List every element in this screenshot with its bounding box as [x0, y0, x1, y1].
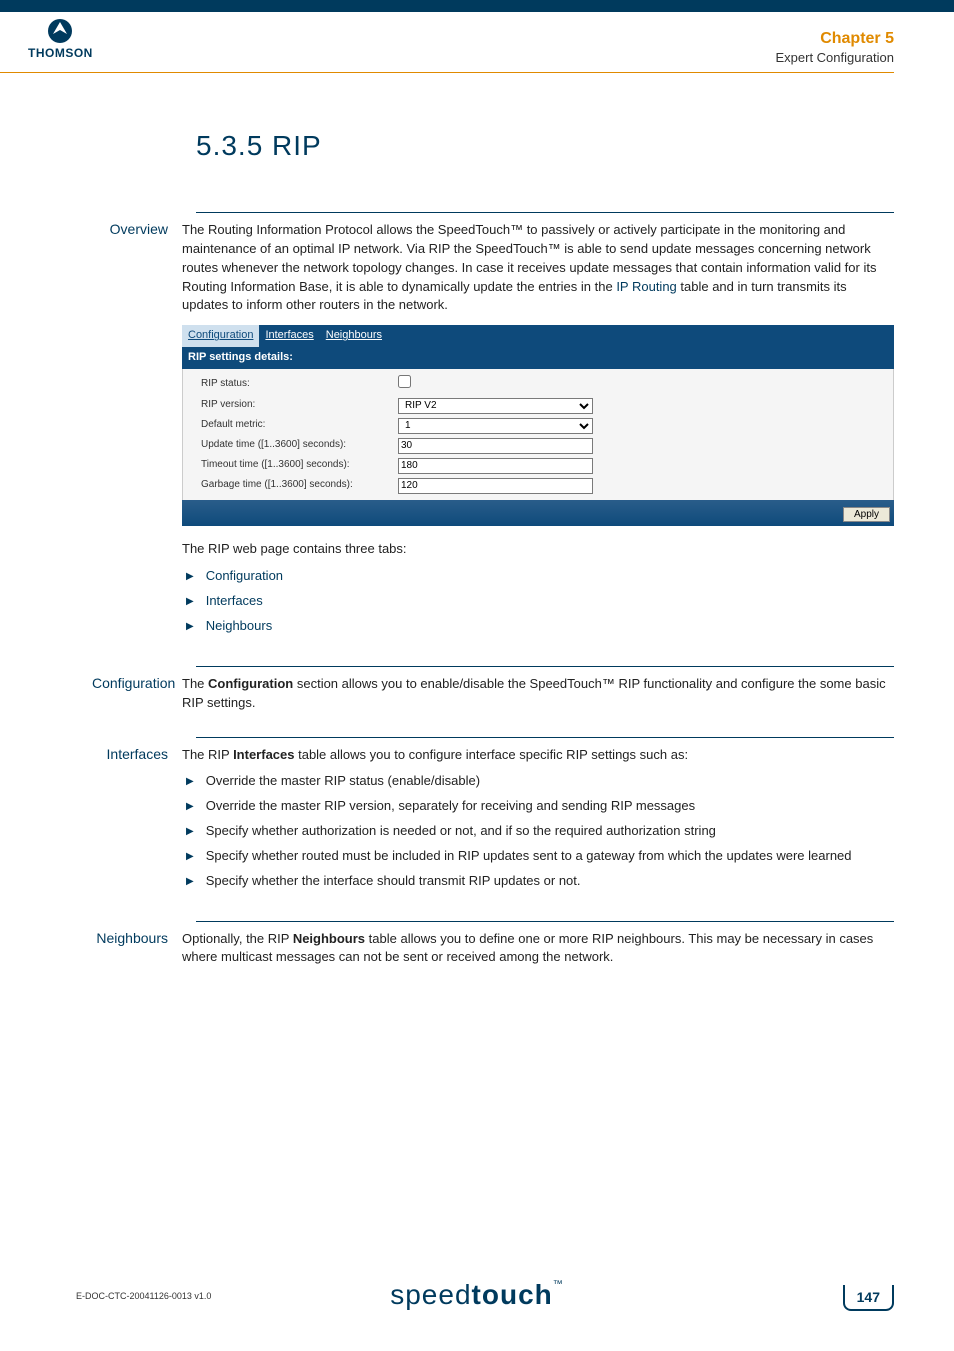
arrow-icon: ▶	[186, 620, 194, 635]
list-item: Configuration	[206, 567, 283, 586]
tabs-list: ▶ Configuration ▶ Interfaces ▶ Neighbours	[186, 567, 894, 636]
form-area: RIP status: RIP version:RIP V2 Default m…	[182, 369, 894, 500]
overview-text: The Routing Information Protocol allows …	[182, 221, 894, 315]
list-item: Specify whether authorization is needed …	[206, 822, 716, 841]
panel-tabs: ConfigurationInterfacesNeighbours	[182, 325, 894, 347]
rip-settings-panel: ConfigurationInterfacesNeighbours RIP se…	[182, 325, 894, 526]
thomson-icon	[47, 18, 73, 44]
default-metric-label: Default metric:	[183, 418, 398, 433]
timeout-time-label: Timeout time ([1..3600] seconds):	[183, 458, 398, 473]
update-time-input[interactable]	[398, 438, 593, 454]
interfaces-list: ▶ Override the master RIP status (enable/…	[186, 772, 894, 890]
timeout-time-input[interactable]	[398, 458, 593, 474]
neighbours-label: Neighbours	[92, 930, 182, 968]
arrow-icon: ▶	[186, 775, 194, 790]
apply-bar: Apply	[182, 500, 894, 527]
garbage-time-input[interactable]	[398, 478, 593, 494]
default-metric-select[interactable]: 1	[398, 418, 593, 434]
list-item: Specify whether routed must be included …	[206, 847, 852, 866]
page-footer: E-DOC-CTC-20041126-0013 v1.0 speedtouch™…	[0, 1279, 954, 1311]
list-item: Interfaces	[206, 592, 263, 611]
chapter-heading: Chapter 5 Expert Configuration	[775, 30, 894, 65]
configuration-label: Configuration	[92, 675, 182, 713]
arrow-icon: ▶	[186, 825, 194, 840]
rip-version-label: RIP version:	[183, 398, 398, 413]
garbage-time-label: Garbage time ([1..3600] seconds):	[183, 478, 398, 493]
update-time-label: Update time ([1..3600] seconds):	[183, 438, 398, 453]
overview-section: Overview The Routing Information Protoco…	[196, 212, 894, 642]
list-item: Specify whether the interface should tra…	[206, 872, 581, 891]
configuration-section: Configuration The Configuration section …	[196, 666, 894, 713]
page-number: 147	[843, 1285, 894, 1311]
interfaces-section: Interfaces The RIP Interfaces table allo…	[196, 737, 894, 897]
page-title: 5.3.5 RIP	[196, 130, 894, 162]
interfaces-label: Interfaces	[92, 746, 182, 897]
brand-logo: THOMSON	[28, 18, 93, 60]
chapter-subtitle: Expert Configuration	[775, 50, 894, 65]
arrow-icon: ▶	[186, 875, 194, 890]
interfaces-text: The RIP Interfaces table allows you to c…	[182, 746, 894, 765]
list-item: Neighbours	[206, 617, 273, 636]
tab-neighbours[interactable]: Neighbours	[320, 325, 388, 347]
header-rule	[0, 72, 894, 73]
list-item: Override the master RIP status (enable/d…	[206, 772, 480, 791]
chapter-number: Chapter 5	[775, 30, 894, 48]
configuration-text: The Configuration section allows you to …	[182, 675, 894, 713]
arrow-icon: ▶	[186, 800, 194, 815]
overview-label: Overview	[92, 221, 182, 642]
rip-status-label: RIP status:	[183, 377, 398, 392]
top-blue-bar	[0, 0, 954, 12]
tab-interfaces[interactable]: Interfaces	[259, 325, 319, 347]
neighbours-text: Optionally, the RIP Neighbours table all…	[182, 930, 894, 968]
rip-version-select[interactable]: RIP V2	[398, 398, 593, 414]
apply-button[interactable]: Apply	[843, 507, 890, 522]
tab-configuration[interactable]: Configuration	[182, 325, 259, 347]
arrow-icon: ▶	[186, 595, 194, 610]
neighbours-section: Neighbours Optionally, the RIP Neighbour…	[196, 921, 894, 968]
arrow-icon: ▶	[186, 570, 194, 585]
doc-id: E-DOC-CTC-20041126-0013 v1.0	[76, 1291, 211, 1301]
arrow-icon: ▶	[186, 850, 194, 865]
tabs-intro: The RIP web page contains three tabs:	[182, 540, 894, 559]
brand-text: THOMSON	[28, 46, 93, 60]
panel-header: RIP settings details:	[182, 347, 894, 369]
list-item: Override the master RIP version, separat…	[206, 797, 695, 816]
rip-status-checkbox[interactable]	[398, 375, 411, 388]
ip-routing-link[interactable]: IP Routing	[616, 279, 676, 294]
